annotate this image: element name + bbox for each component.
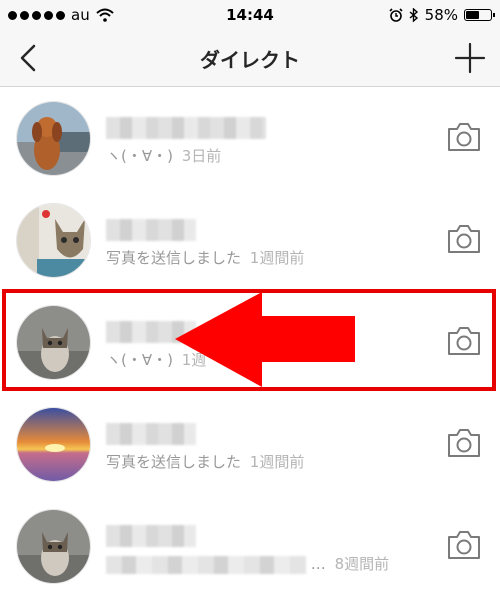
- status-bar: au 14:44 58%: [0, 0, 500, 30]
- message-preview: ヽ(・∀・) 3日前: [106, 145, 221, 166]
- message-preview: … 8週間前: [106, 553, 389, 574]
- camera-icon: [448, 429, 480, 457]
- bluetooth-icon: [409, 7, 418, 23]
- avatar[interactable]: [16, 101, 91, 176]
- preview-text: 写真を送信しました: [106, 453, 242, 471]
- username-redacted: [106, 219, 196, 241]
- preview-text: ヽ(・∀・): [106, 351, 173, 369]
- avatar[interactable]: [16, 203, 91, 278]
- status-right: 58%: [389, 6, 495, 24]
- camera-button[interactable]: [446, 427, 482, 459]
- camera-button[interactable]: [446, 121, 482, 153]
- avatar[interactable]: [16, 305, 91, 380]
- username-redacted: [106, 423, 196, 445]
- thread-row[interactable]: 写真を送信しました 1週間前: [0, 189, 500, 291]
- cat-photo-icon: [17, 204, 90, 277]
- timestamp: 1週間前: [249, 453, 305, 471]
- camera-icon: [448, 123, 480, 151]
- thread-row[interactable]: 写真を送信しました 1週間前: [0, 393, 500, 495]
- timestamp: 1週間前: [249, 249, 305, 267]
- preview-text: ヽ(・∀・): [106, 147, 173, 165]
- camera-button[interactable]: [446, 325, 482, 357]
- alarm-icon: [389, 8, 403, 22]
- kitten-photo-icon: [17, 510, 90, 583]
- thread-row[interactable]: ヽ(・∀・) 3日前: [0, 87, 500, 189]
- kitten-photo-icon: [17, 306, 90, 379]
- dog-photo-icon: [17, 102, 90, 175]
- sunset-photo-icon: [17, 408, 90, 481]
- battery-fill: [466, 11, 479, 19]
- avatar[interactable]: [16, 509, 91, 584]
- message-preview: 写真を送信しました 1週間前: [106, 451, 304, 472]
- message-preview: 写真を送信しました 1週間前: [106, 247, 304, 268]
- username-redacted: [106, 525, 196, 547]
- navigation-bar: ダイレクト: [0, 30, 500, 87]
- camera-button[interactable]: [446, 223, 482, 255]
- camera-icon: [448, 225, 480, 253]
- page-title: ダイレクト: [200, 48, 300, 72]
- preview-redacted: [106, 555, 306, 574]
- timestamp: 3日前: [181, 147, 222, 165]
- left-arrow-icon: [175, 292, 355, 387]
- username-redacted: [106, 117, 266, 139]
- camera-icon: [448, 327, 480, 355]
- battery-icon: [464, 9, 495, 21]
- thread-row[interactable]: … 8週間前: [0, 495, 500, 597]
- battery-percent: 58%: [424, 6, 458, 24]
- new-message-button[interactable]: [450, 38, 490, 78]
- preview-text: …: [310, 555, 326, 573]
- plus-icon: [454, 42, 486, 74]
- preview-text: 写真を送信しました: [106, 249, 242, 267]
- camera-button[interactable]: [446, 529, 482, 561]
- camera-icon: [448, 531, 480, 559]
- timestamp: 8週間前: [334, 555, 390, 573]
- avatar[interactable]: [16, 407, 91, 482]
